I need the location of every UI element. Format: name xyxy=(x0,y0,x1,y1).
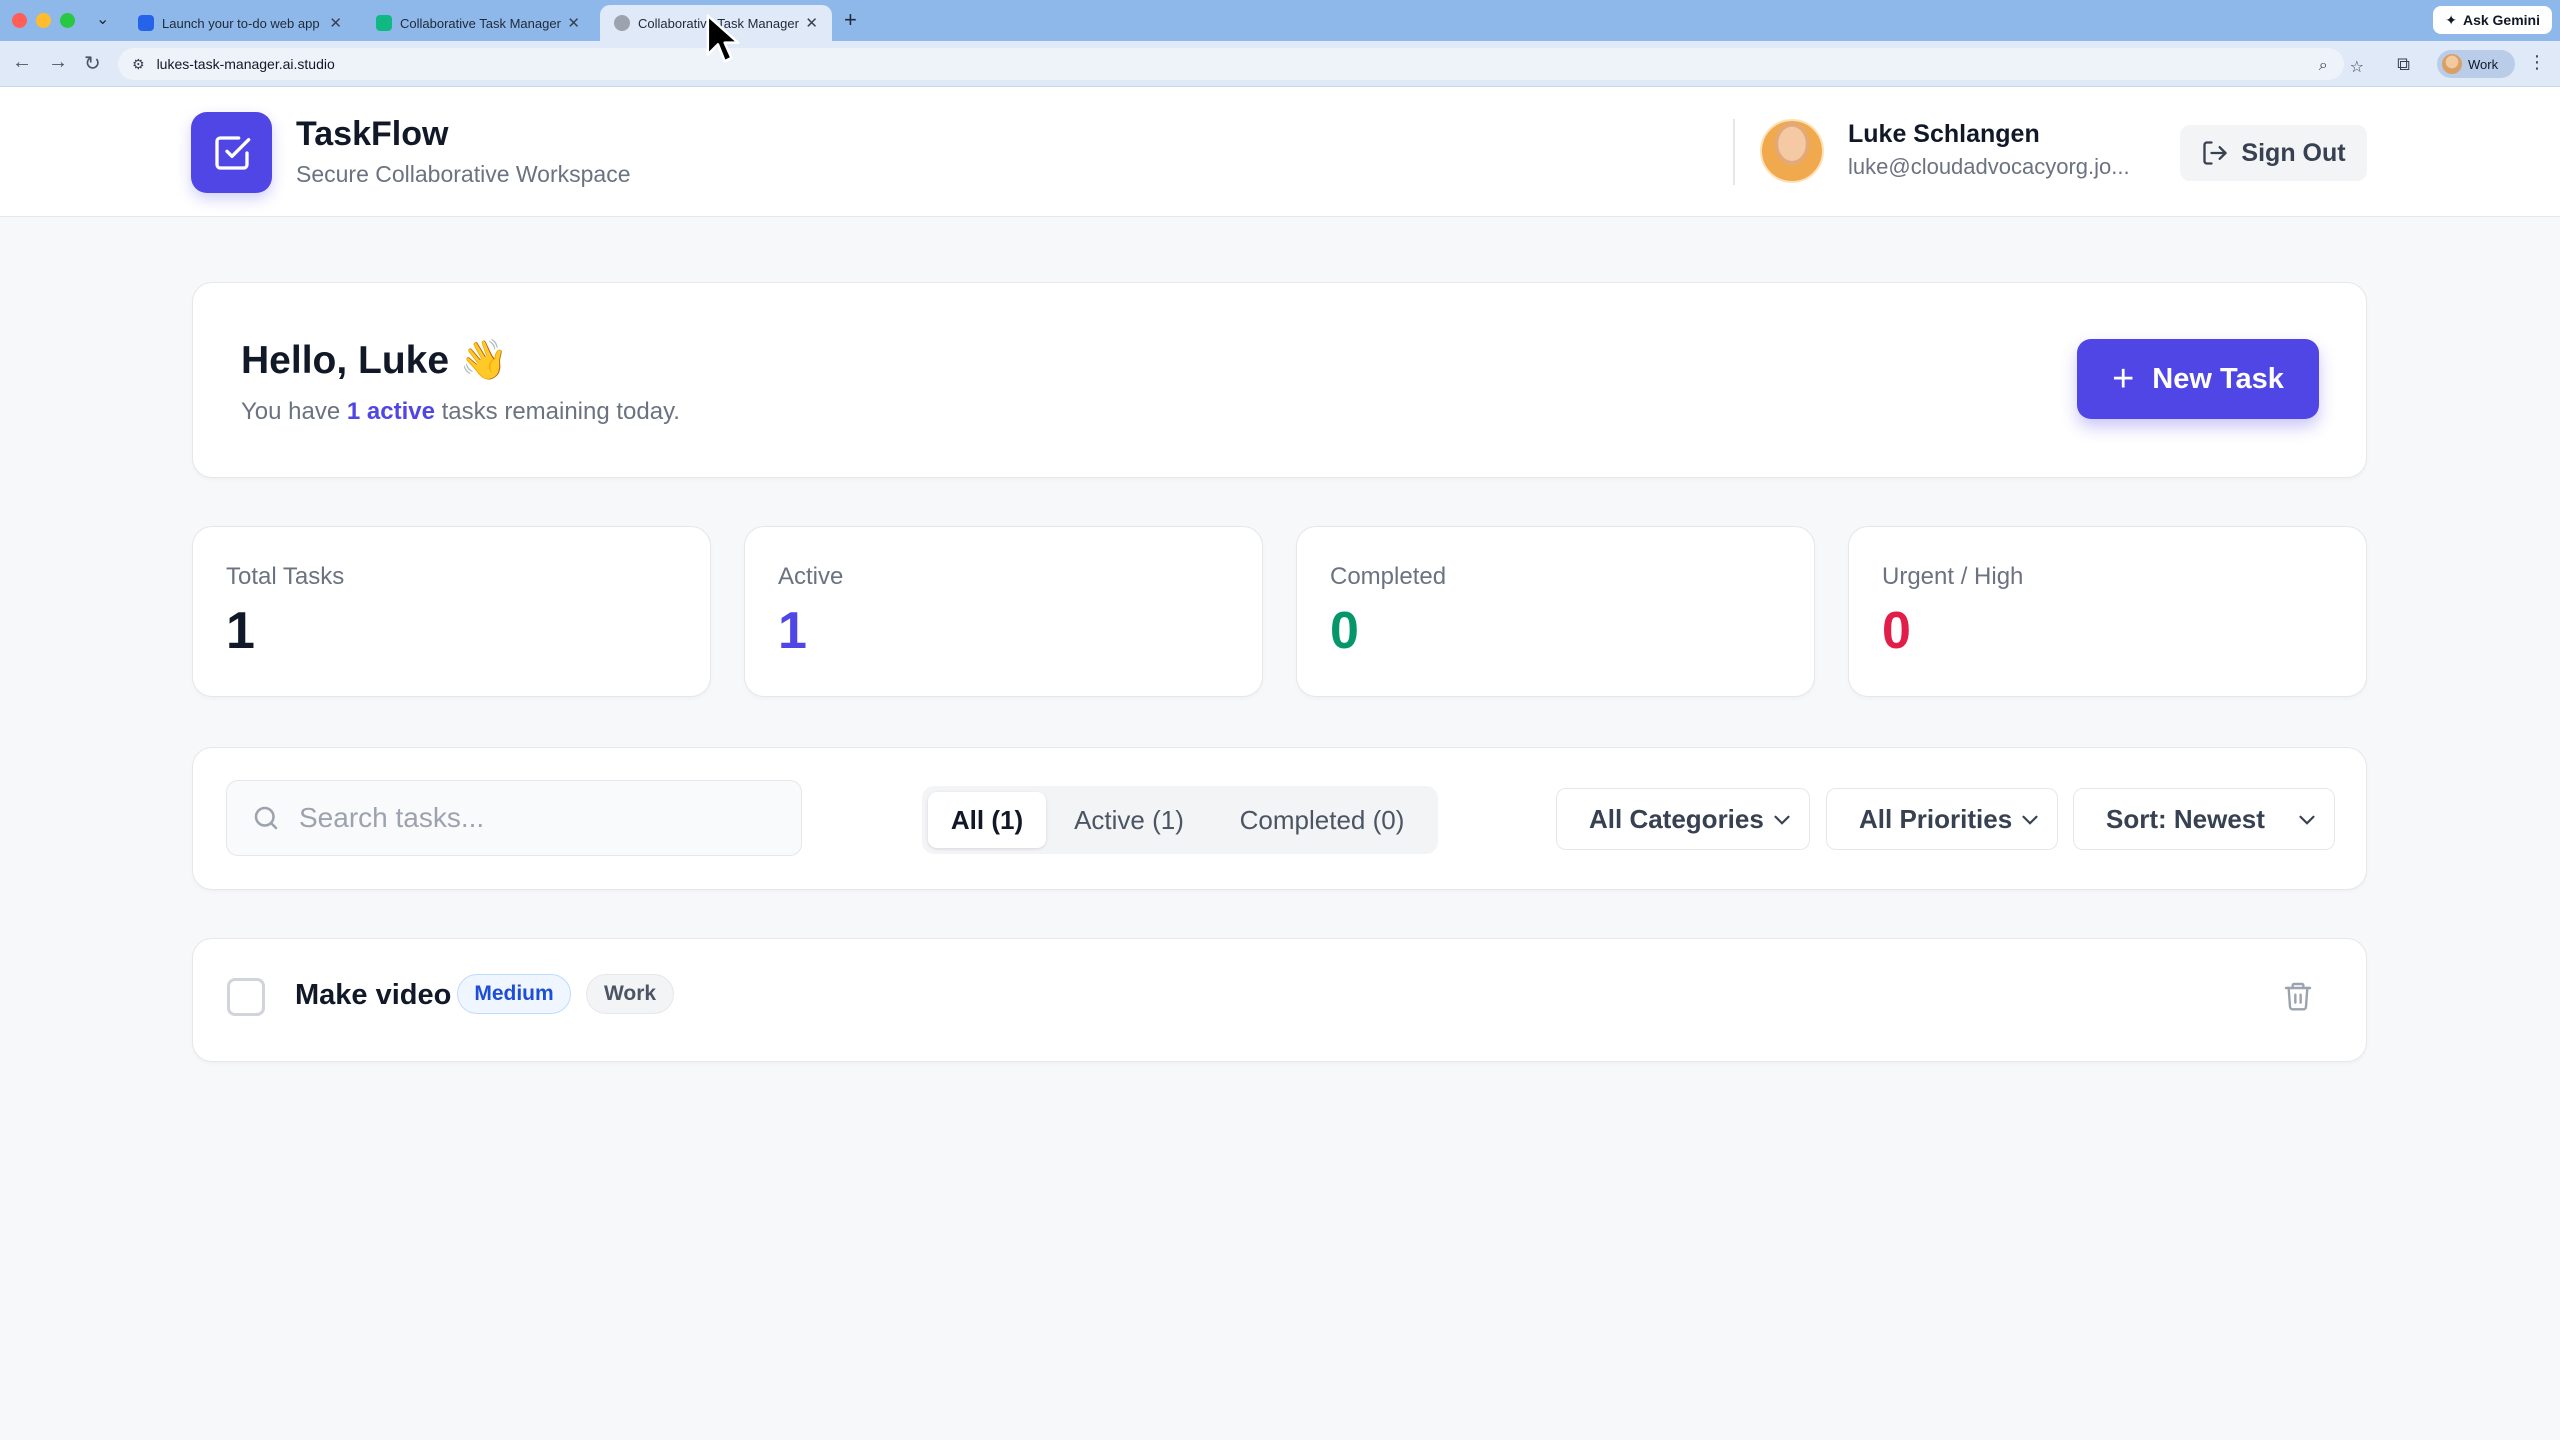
stat-card-total: Total Tasks 1 xyxy=(192,526,711,697)
stat-label: Completed xyxy=(1330,563,1447,590)
task-complete-checkbox[interactable] xyxy=(227,978,265,1016)
close-icon[interactable]: ✕ xyxy=(567,14,580,32)
browser-tab[interactable]: Launch your to-do web app a ✕ xyxy=(124,5,356,41)
extensions-icon[interactable]: ⧉ xyxy=(2397,54,2410,75)
tab-list-chevron-icon[interactable]: ⌄ xyxy=(96,9,109,29)
stat-value: 0 xyxy=(1330,602,1359,660)
browser-toolbar: ← → ↻ ⚙ lukes-task-manager.ai.studio ⌕ ☆… xyxy=(0,41,2560,87)
greeting-sub-prefix: You have xyxy=(241,398,347,425)
browser-tab[interactable]: Collaborative Task Manager | ✕ xyxy=(362,5,594,41)
reload-icon[interactable]: ↻ xyxy=(84,51,101,76)
more-menu-icon[interactable]: ⋮ xyxy=(2528,52,2546,73)
maximize-window-button[interactable] xyxy=(60,13,75,28)
minimize-window-button[interactable] xyxy=(36,13,51,28)
search-box[interactable] xyxy=(226,780,802,856)
task-title[interactable]: Make video xyxy=(295,979,451,1012)
profile-avatar xyxy=(2442,54,2462,74)
task-row: Make video Medium Work xyxy=(192,938,2367,1062)
ask-gemini-button[interactable]: ✦ Ask Gemini xyxy=(2433,6,2552,34)
close-icon[interactable]: ✕ xyxy=(329,14,342,32)
stat-card-active: Active 1 xyxy=(744,526,1263,697)
plus-icon: + xyxy=(2112,358,2135,400)
priority-select[interactable]: All Priorities xyxy=(1826,788,2058,850)
stat-label: Total Tasks xyxy=(226,563,345,590)
globe-favicon-icon xyxy=(614,15,630,31)
priority-badge: Medium xyxy=(457,974,571,1014)
category-badge: Work xyxy=(586,974,674,1014)
stat-card-completed: Completed 0 xyxy=(1296,526,1815,697)
address-bar[interactable]: ⚙ lukes-task-manager.ai.studio xyxy=(118,48,2344,80)
user-email: luke@cloudadvocacyorg.jo... xyxy=(1848,154,2130,179)
category-select-value: All Categories xyxy=(1589,803,1764,834)
trash-icon[interactable] xyxy=(2282,979,2314,1013)
active-count-highlight: 1 active xyxy=(346,398,435,425)
sort-select[interactable]: Sort: Newest xyxy=(2073,788,2335,850)
site-settings-icon[interactable]: ⚙ xyxy=(132,56,145,73)
search-input[interactable] xyxy=(299,802,779,834)
new-task-label: New Task xyxy=(2152,362,2284,395)
zoom-icon[interactable]: ⌕ xyxy=(2319,57,2328,77)
close-window-button[interactable] xyxy=(12,13,27,28)
chevron-down-icon xyxy=(1774,815,1790,825)
bookmark-star-icon[interactable]: ☆ xyxy=(2350,57,2364,77)
close-icon[interactable]: ✕ xyxy=(805,14,818,32)
greeting-card: Hello, Luke 👋 You have 1 active tasks re… xyxy=(192,282,2367,478)
forward-arrow-icon[interactable]: → xyxy=(48,51,68,74)
tab-title: Collaborative Task Manager | xyxy=(400,15,562,31)
mouse-cursor-icon xyxy=(706,14,740,63)
filter-bar: All (1) Active (1) Completed (0) All Cat… xyxy=(192,747,2367,890)
sign-out-label: Sign Out xyxy=(2241,138,2346,167)
greeting-subtitle: You have 1 active tasks remaining today. xyxy=(241,398,680,426)
url-text: lukes-task-manager.ai.studio xyxy=(156,56,335,72)
sort-select-value: Sort: Newest xyxy=(2106,803,2265,834)
status-filter-tabs: All (1) Active (1) Completed (0) xyxy=(922,786,1438,854)
chevron-down-icon xyxy=(2299,815,2315,825)
search-icon xyxy=(254,806,278,830)
app-favicon-icon xyxy=(376,15,392,31)
app-header: TaskFlow Secure Collaborative Workspace … xyxy=(0,87,2560,217)
back-arrow-icon[interactable]: ← xyxy=(12,51,32,74)
divider xyxy=(1733,119,1735,185)
stat-value: 1 xyxy=(778,602,807,660)
greeting-title: Hello, Luke 👋 xyxy=(241,339,509,382)
tab-active[interactable]: Active (1) xyxy=(1054,792,1204,848)
sign-out-button[interactable]: Sign Out xyxy=(2180,125,2367,181)
stat-value: 1 xyxy=(226,602,255,660)
new-task-button[interactable]: + New Task xyxy=(2077,339,2319,419)
brand-tagline: Secure Collaborative Workspace xyxy=(296,161,631,187)
priority-select-value: All Priorities xyxy=(1859,803,2013,834)
greeting-sub-suffix: tasks remaining today. xyxy=(434,398,680,425)
checkbox-logo-icon xyxy=(191,112,272,193)
stat-label: Urgent / High xyxy=(1882,563,2024,590)
code-favicon-icon xyxy=(138,15,154,31)
new-tab-plus-icon[interactable]: + xyxy=(844,7,857,33)
tab-completed[interactable]: Completed (0) xyxy=(1212,792,1432,848)
stat-card-urgent: Urgent / High 0 xyxy=(1848,526,2367,697)
profile-label: Work xyxy=(2468,56,2499,72)
stat-value: 0 xyxy=(1882,602,1911,660)
category-select[interactable]: All Categories xyxy=(1556,788,1810,850)
tab-all[interactable]: All (1) xyxy=(928,792,1046,848)
profile-button[interactable]: Work xyxy=(2437,50,2515,78)
tab-title: Launch your to-do web app a xyxy=(162,15,324,31)
sparkle-icon: ✦ xyxy=(2445,11,2457,28)
sign-out-icon xyxy=(2203,141,2228,165)
user-name: Luke Schlangen xyxy=(1848,120,2040,148)
ask-gemini-label: Ask Gemini xyxy=(2462,12,2540,28)
brand-name: TaskFlow xyxy=(296,115,449,153)
chevron-down-icon xyxy=(2022,815,2038,825)
user-avatar xyxy=(1760,119,1824,183)
stat-label: Active xyxy=(778,563,844,590)
browser-tab-bar: ⌄ Launch your to-do web app a ✕ Collabor… xyxy=(0,0,2560,41)
